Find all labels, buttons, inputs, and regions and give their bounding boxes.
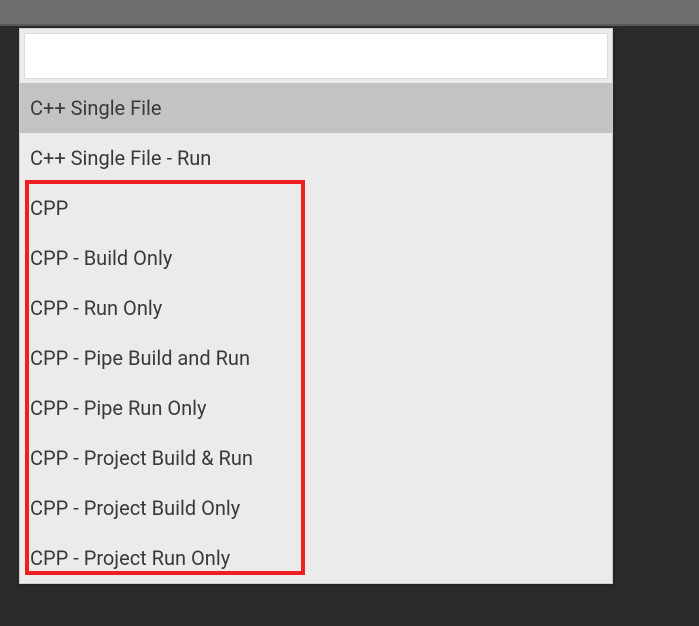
command-palette: C++ Single File C++ Single File - Run CP…	[19, 28, 613, 584]
list-item-label: CPP - Build Only	[30, 246, 172, 270]
list-item[interactable]: CPP - Pipe Run Only	[20, 383, 612, 433]
list-item[interactable]: CPP - Build Only	[20, 233, 612, 283]
list-item-label: CPP - Pipe Run Only	[30, 396, 206, 420]
list-item-label: C++ Single File	[30, 96, 162, 120]
list-item-label: CPP - Project Build Only	[30, 496, 240, 520]
title-bar	[0, 0, 699, 26]
list-item-label: C++ Single File - Run	[30, 146, 211, 170]
build-system-list: C++ Single File C++ Single File - Run CP…	[20, 83, 612, 583]
list-item-label: CPP - Project Build & Run	[30, 446, 253, 470]
list-item[interactable]: CPP	[20, 183, 612, 233]
list-item-label: CPP - Pipe Build and Run	[30, 346, 250, 370]
list-item[interactable]: CPP - Run Only	[20, 283, 612, 333]
list-item[interactable]: CPP - Project Build & Run	[20, 433, 612, 483]
list-item[interactable]: C++ Single File	[20, 83, 612, 133]
list-item[interactable]: C++ Single File - Run	[20, 133, 612, 183]
list-item[interactable]: CPP - Pipe Build and Run	[20, 333, 612, 383]
list-item-label: CPP	[30, 196, 68, 220]
list-item-label: CPP - Run Only	[30, 296, 162, 320]
list-item[interactable]: CPP - Project Run Only	[20, 533, 612, 583]
search-input[interactable]	[24, 33, 608, 79]
list-item-label: CPP - Project Run Only	[30, 546, 230, 570]
list-item[interactable]: CPP - Project Build Only	[20, 483, 612, 533]
